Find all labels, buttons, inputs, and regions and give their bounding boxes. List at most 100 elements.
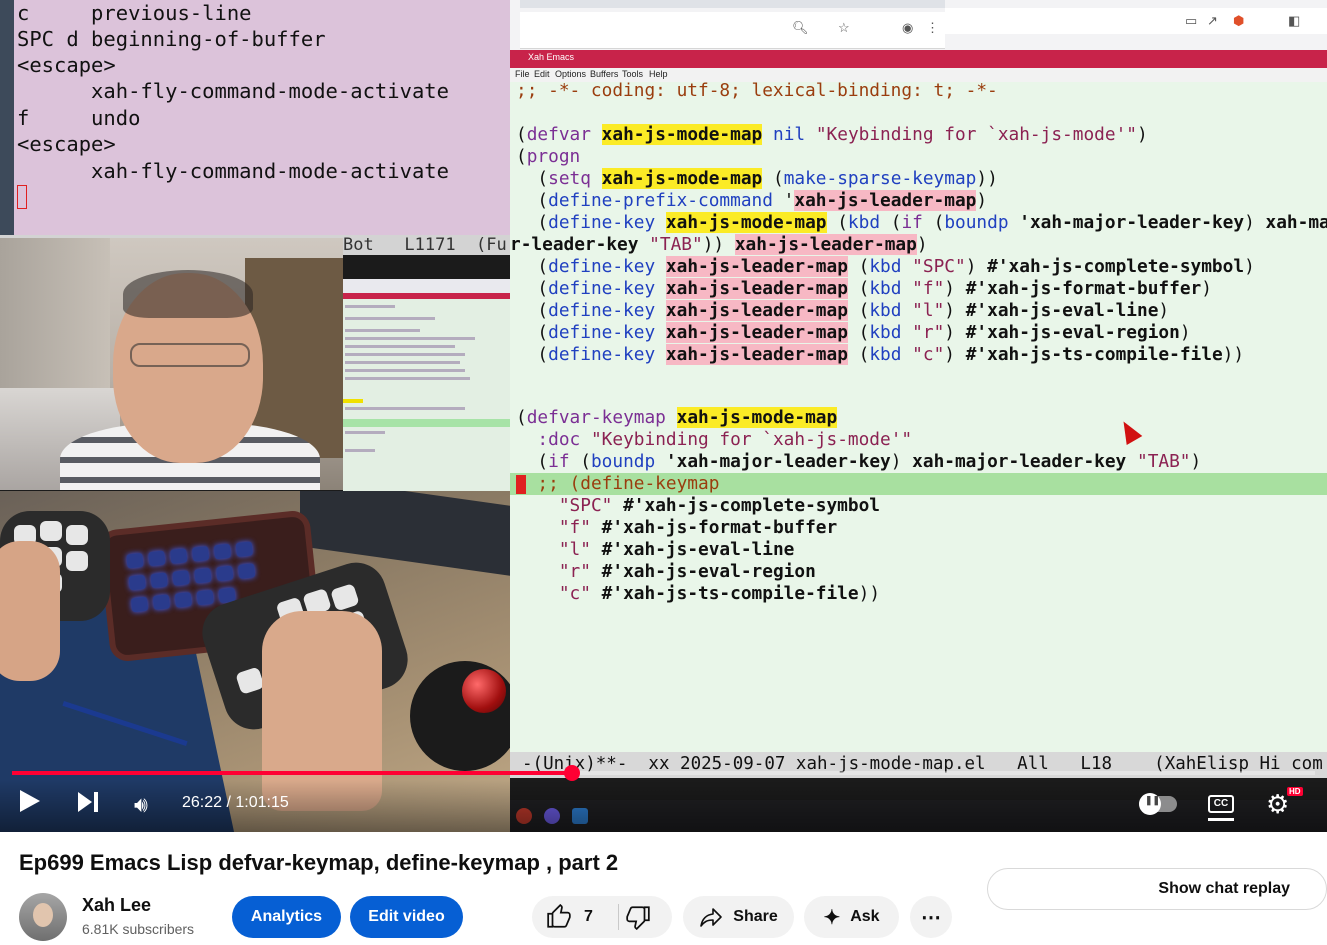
code-line: (defvar-keymap xah-js-mode-map <box>516 407 838 428</box>
help-line: f undo <box>17 106 141 130</box>
thumbs-down-icon[interactable] <box>625 904 651 930</box>
next-video-icon[interactable] <box>78 792 100 814</box>
thumbs-up-icon[interactable] <box>546 904 572 930</box>
share-button[interactable]: Share <box>683 896 794 938</box>
settings-gear-icon[interactable]: ⚙ <box>1266 789 1289 820</box>
mini-code-line <box>345 353 465 356</box>
kebab-menu-icon: ⋮ <box>926 20 939 35</box>
menu-tools[interactable]: Tools <box>622 69 643 79</box>
captions-button[interactable]: CC <box>1208 795 1234 813</box>
trackball-mouse <box>410 661 510 771</box>
mini-code-line <box>345 449 375 452</box>
like-divider <box>618 904 619 930</box>
channel-name[interactable]: Xah Lee <box>82 895 151 916</box>
help-line: xah-fly-command-mode-activate <box>17 79 449 103</box>
share-label: Share <box>733 908 778 925</box>
code-line: "r" #'xah-js-eval-region <box>558 561 816 582</box>
menu-options[interactable]: Options <box>555 69 586 79</box>
code-line: (progn <box>516 146 581 167</box>
ask-label: Ask <box>850 908 880 925</box>
share-page-icon: ↗ <box>1207 13 1218 28</box>
mini-code-line <box>345 407 465 410</box>
mini-code-line <box>345 345 455 348</box>
menu-edit[interactable]: Edit <box>534 69 550 79</box>
hd-badge: HD <box>1287 787 1303 796</box>
menu-buffers[interactable]: Buffers <box>590 69 618 79</box>
left-modeline-text: Bot L1171 (Fu <box>343 235 507 255</box>
captions-active-indicator <box>1208 818 1234 821</box>
mini-code-line <box>345 305 395 308</box>
show-chat-replay-button[interactable]: Show chat replay <box>987 868 1327 910</box>
mini-current-line <box>343 419 510 427</box>
help-line: xah-fly-command-mode-activate <box>17 159 449 183</box>
code-line: (setq xah-js-mode-map (make-sparse-keyma… <box>516 168 998 189</box>
subscriber-count: 6.81K subscribers <box>82 921 195 937</box>
code-line: (define-key xah-js-leader-map (kbd "SPC"… <box>516 256 1255 277</box>
video-title: Ep699 Emacs Lisp defvar-keymap, define-k… <box>19 850 619 875</box>
code-line: (defvar xah-js-mode-map nil "Keybinding … <box>516 124 1148 145</box>
share-arrow-icon <box>700 908 723 927</box>
monitor-edge <box>300 491 510 576</box>
typing-hand-left <box>0 541 60 681</box>
code-line: "f" #'xah-js-format-buffer <box>558 517 838 538</box>
code-line: :doc "Keybinding for `xah-js-mode'" <box>537 429 913 450</box>
emacs-title-bar: Xah Emacs <box>510 50 1327 68</box>
channel-avatar[interactable] <box>19 893 67 941</box>
menu-file[interactable]: File <box>515 69 530 79</box>
sparkle-icon: ✦ <box>823 906 841 929</box>
code-line: (define-key xah-js-leader-map (kbd "f") … <box>516 278 1212 299</box>
analytics-button[interactable]: Analytics <box>232 896 341 938</box>
mini-code-line <box>345 337 475 340</box>
mini-highlight <box>343 399 363 403</box>
code-line: r-leader-key "TAB")) xah-js-leader-map) <box>510 234 928 255</box>
play-icon[interactable] <box>20 790 40 812</box>
webcam-feed <box>0 238 343 490</box>
code-line: (define-key xah-js-leader-map (kbd "l") … <box>516 300 1170 321</box>
profile-icon: ◉ <box>902 20 914 35</box>
brave-shield-icon: ⬢ <box>1233 13 1245 28</box>
code-line: (define-prefix-command 'xah-js-leader-ma… <box>516 190 988 211</box>
progress-played <box>12 771 573 775</box>
mini-browser-bar <box>343 279 510 293</box>
code-line: ;; (define-keymap <box>537 473 720 494</box>
autoplay-toggle[interactable]: ❚❚ <box>1139 793 1177 815</box>
mirrored-screen-thumbnail <box>343 279 510 491</box>
ask-button[interactable]: ✦ Ask <box>804 896 899 938</box>
browser-toolbar: 🔍︎ ☆ ◉ ⋮ <box>520 12 945 49</box>
mini-code-line <box>345 431 385 434</box>
cast-icon: ▭ <box>1185 13 1198 28</box>
code-line: (define-key xah-js-mode-map (kbd (if (bo… <box>516 212 1327 233</box>
time-display: 26:22 / 1:01:15 <box>182 794 289 811</box>
volume-icon[interactable]: 🔊︎ <box>134 792 148 818</box>
browser-tab-strip <box>520 0 945 8</box>
more-actions-button[interactable]: ⋯ <box>910 896 952 938</box>
video-player[interactable]: c previous-line SPC d beginning-of-buffe… <box>0 0 1327 832</box>
menu-help[interactable]: Help <box>649 69 668 79</box>
code-editor[interactable]: ;; -*- coding: utf-8; lexical-binding: t… <box>510 82 1327 752</box>
star-icon: ☆ <box>838 20 850 35</box>
emacs-title: Xah Emacs <box>528 52 575 62</box>
code-line: "SPC" #'xah-js-complete-symbol <box>558 495 881 516</box>
presenter-hair <box>123 270 253 318</box>
help-line: <escape> <box>17 53 116 77</box>
code-line: ;; -*- coding: utf-8; lexical-binding: t… <box>516 82 998 101</box>
like-dislike-group: 7 <box>532 896 672 938</box>
text-cursor <box>17 185 27 209</box>
mini-code-line <box>345 317 435 320</box>
progress-scrubber[interactable] <box>564 765 581 781</box>
code-line: "l" #'xah-js-eval-line <box>558 539 795 560</box>
code-line: (if (boundp 'xah-major-leader-key) xah-m… <box>516 451 1202 472</box>
mini-code-line <box>345 329 420 332</box>
help-line: c previous-line <box>17 1 252 25</box>
code-line: "c" #'xah-js-ts-compile-file)) <box>558 583 881 604</box>
like-count[interactable]: 7 <box>584 908 593 926</box>
presenter-glasses <box>130 343 250 367</box>
mini-code-line <box>345 361 460 364</box>
code-line: (define-key xah-js-leader-map (kbd "r") … <box>516 322 1191 343</box>
desktop-edge <box>0 0 14 235</box>
emacs-menu-bar: File Edit Options Buffers Tools Help <box>510 68 1327 82</box>
zoom-icon: 🔍︎ <box>792 20 809 35</box>
edit-video-button[interactable]: Edit video <box>350 896 463 938</box>
mini-code-line <box>345 377 470 380</box>
left-emacs-buffer: c previous-line SPC d beginning-of-buffe… <box>0 0 510 235</box>
